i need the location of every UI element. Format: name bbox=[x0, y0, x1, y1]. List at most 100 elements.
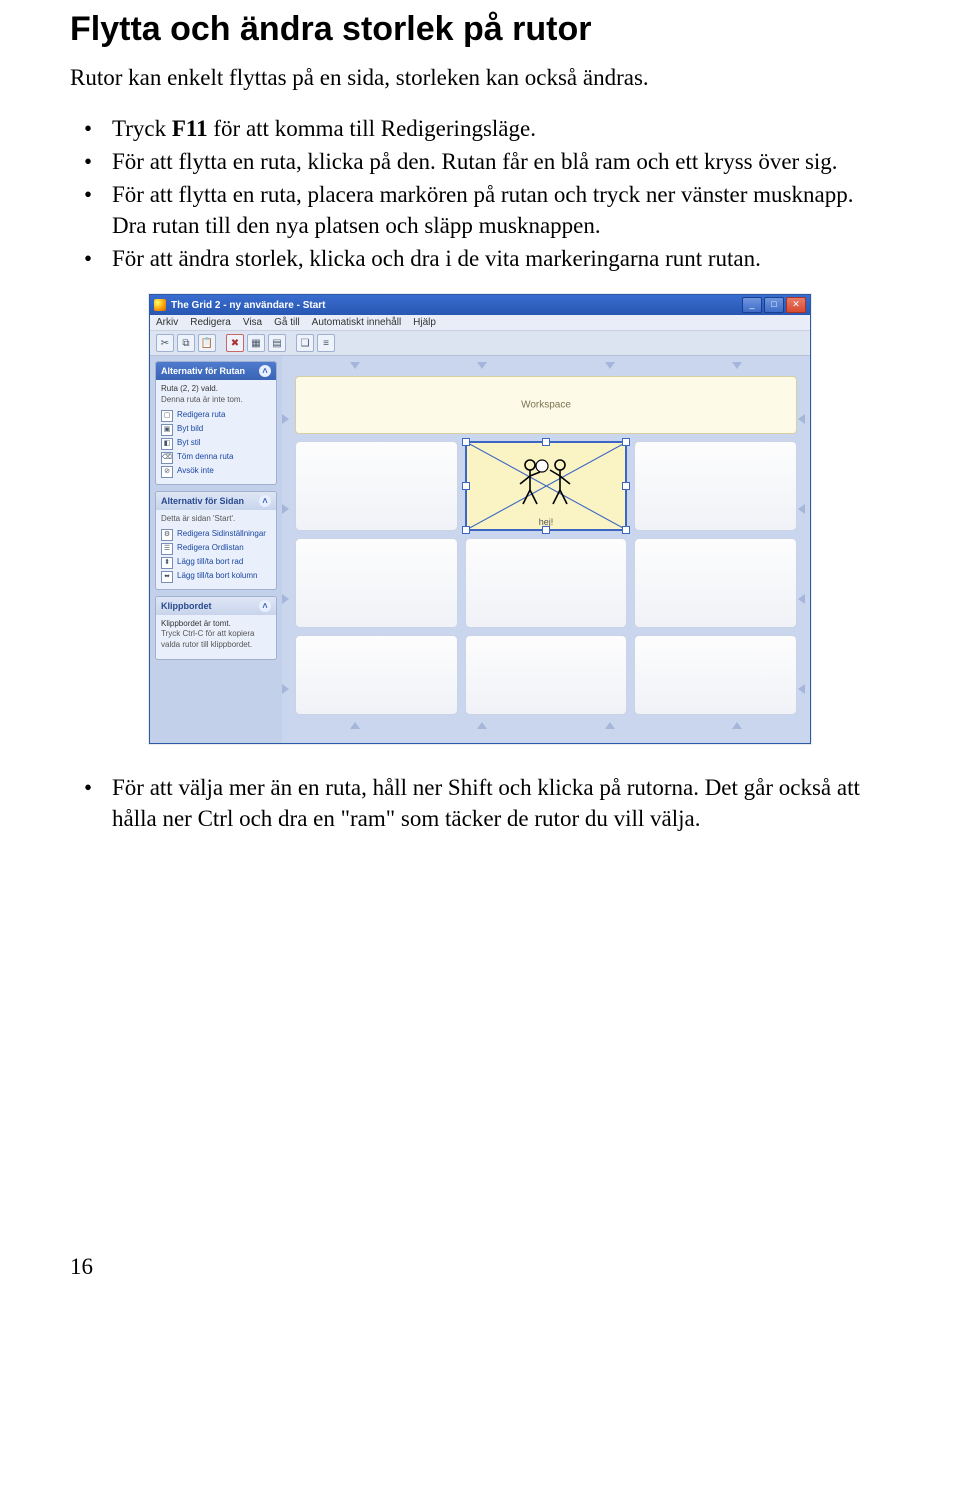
sidebar-link[interactable]: ◧Byt stil bbox=[161, 438, 271, 450]
row-icon: ⬍ bbox=[161, 557, 173, 569]
panel-page-options: Alternativ för Sidan ˄ Detta är sidan 'S… bbox=[155, 491, 277, 590]
menu-item[interactable]: Automatiskt innehåll bbox=[312, 317, 402, 328]
resize-handle[interactable] bbox=[542, 526, 550, 534]
panel-text: Klippbordet är tomt. bbox=[161, 619, 271, 630]
chevron-up-icon[interactable]: ˄ bbox=[259, 365, 271, 377]
chevron-down-icon bbox=[732, 362, 742, 369]
resize-handle[interactable] bbox=[622, 526, 630, 534]
bullet-list-top: Tryck F11 för att komma till Redigerings… bbox=[70, 113, 890, 274]
toolbar-grid-icon[interactable]: ▦ bbox=[247, 334, 265, 352]
resize-handle[interactable] bbox=[622, 438, 630, 446]
menu-item[interactable]: Redigera bbox=[190, 317, 231, 328]
sidebar-link[interactable]: ⬌Lägg till/ta bort kolumn bbox=[161, 571, 271, 583]
text: för att komma till Redigeringsläge. bbox=[208, 116, 536, 141]
panel-title: Klippbordet bbox=[161, 601, 212, 611]
sidebar-link[interactable]: ▢Redigera ruta bbox=[161, 410, 271, 422]
grid-cell-selected[interactable]: hej! bbox=[465, 441, 628, 531]
resize-handle[interactable] bbox=[462, 482, 470, 490]
minimize-button[interactable]: _ bbox=[742, 297, 762, 313]
wordlist-icon: ☰ bbox=[161, 543, 173, 555]
grid-cell[interactable] bbox=[465, 635, 628, 715]
toolbar-delete-icon[interactable]: ✖ bbox=[226, 334, 244, 352]
chevron-right-icon bbox=[282, 414, 289, 424]
screenshot-app-window: The Grid 2 - ny användare - Start _ □ ✕ … bbox=[149, 294, 811, 744]
scroll-arrows-top[interactable] bbox=[291, 362, 801, 374]
panel-text: Ruta (2, 2) vald. bbox=[161, 384, 271, 395]
chevron-left-icon bbox=[798, 414, 805, 424]
resize-handle[interactable] bbox=[622, 482, 630, 490]
resize-handle[interactable] bbox=[462, 438, 470, 446]
panel-title: Alternativ för Rutan bbox=[161, 366, 245, 376]
sidebar-link[interactable]: ⊘Avsök inte bbox=[161, 466, 271, 478]
menu-item[interactable]: Gå till bbox=[274, 317, 300, 328]
cell-image-stickfigures bbox=[510, 456, 582, 511]
chevron-up-icon bbox=[477, 722, 487, 729]
chevron-up-icon[interactable]: ˄ bbox=[259, 600, 271, 612]
titlebar: The Grid 2 - ny användare - Start _ □ ✕ bbox=[150, 295, 810, 315]
chevron-left-icon bbox=[798, 504, 805, 514]
menu-item[interactable]: Hjälp bbox=[413, 317, 436, 328]
intro-text: Rutor kan enkelt flyttas på en sida, sto… bbox=[70, 63, 890, 93]
noscan-icon: ⊘ bbox=[161, 466, 173, 478]
resize-handle[interactable] bbox=[542, 438, 550, 446]
toolbar-fill-icon[interactable]: ≡ bbox=[317, 334, 335, 352]
panel-subtext: Tryck Ctrl-C för att kopiera valda rutor… bbox=[161, 629, 271, 651]
grid-cell[interactable] bbox=[295, 538, 458, 628]
sidebar-link[interactable]: ⬍Lägg till/ta bort rad bbox=[161, 557, 271, 569]
chevron-up-icon bbox=[605, 722, 615, 729]
chevron-down-icon bbox=[605, 362, 615, 369]
maximize-button[interactable]: □ bbox=[764, 297, 784, 313]
bullet-item: Tryck F11 för att komma till Redigerings… bbox=[70, 113, 890, 144]
toolbar-copy-icon[interactable]: ⧉ bbox=[177, 334, 195, 352]
bold-key: F11 bbox=[172, 116, 208, 141]
grid-cell[interactable] bbox=[634, 441, 797, 531]
toolbar-separator bbox=[289, 334, 293, 350]
close-button[interactable]: ✕ bbox=[786, 297, 806, 313]
chevron-down-icon bbox=[350, 362, 360, 369]
chevron-left-icon bbox=[798, 684, 805, 694]
workspace-header-cell[interactable]: Workspace bbox=[295, 376, 797, 434]
settings-icon: ⚙ bbox=[161, 529, 173, 541]
chevron-up-icon bbox=[732, 722, 742, 729]
menu-item[interactable]: Visa bbox=[243, 317, 262, 328]
toolbar-cut-icon[interactable]: ✂ bbox=[156, 334, 174, 352]
panel-subtext: Denna ruta är inte tom. bbox=[161, 395, 271, 406]
toolbar-separator bbox=[219, 334, 223, 350]
scroll-arrows-right[interactable] bbox=[798, 374, 810, 734]
sidebar-link[interactable]: ⚙Redigera Sidinställningar bbox=[161, 529, 271, 541]
toolbar-grid2-icon[interactable]: ▤ bbox=[268, 334, 286, 352]
text: Tryck bbox=[112, 116, 172, 141]
chevron-down-icon bbox=[477, 362, 487, 369]
menu-item[interactable]: Arkiv bbox=[156, 317, 178, 328]
bullet-item: För att välja mer än en ruta, håll ner S… bbox=[70, 772, 890, 834]
grid-cell[interactable] bbox=[465, 538, 628, 628]
panel-cell-options: Alternativ för Rutan ˄ Ruta (2, 2) vald.… bbox=[155, 361, 277, 485]
page-title: Flytta och ändra storlek på rutor bbox=[70, 10, 890, 49]
toolbar-paste-icon[interactable]: 📋 bbox=[198, 334, 216, 352]
bullet-item: För att flytta en ruta, placera markören… bbox=[70, 179, 890, 241]
sidebar-link[interactable]: ⌫Töm denna ruta bbox=[161, 452, 271, 464]
sidebar-link[interactable]: ▣Byt bild bbox=[161, 424, 271, 436]
sidebar: Alternativ för Rutan ˄ Ruta (2, 2) vald.… bbox=[150, 356, 282, 743]
grid-cell[interactable] bbox=[295, 441, 458, 531]
app-icon bbox=[154, 299, 166, 311]
bullet-item: För att ändra storlek, klicka och dra i … bbox=[70, 243, 890, 274]
page-number: 16 bbox=[70, 1254, 890, 1280]
toolbar: ✂ ⧉ 📋 ✖ ▦ ▤ ❏ ≡ bbox=[150, 331, 810, 356]
chevron-left-icon bbox=[798, 594, 805, 604]
chevron-up-icon bbox=[350, 722, 360, 729]
grid-cell[interactable] bbox=[634, 635, 797, 715]
clear-icon: ⌫ bbox=[161, 452, 173, 464]
chevron-up-icon[interactable]: ˄ bbox=[259, 495, 271, 507]
panel-text: Detta är sidan 'Start'. bbox=[161, 514, 271, 525]
resize-handle[interactable] bbox=[462, 526, 470, 534]
bullet-item: För att flytta en ruta, klicka på den. R… bbox=[70, 146, 890, 177]
scroll-arrows-bottom[interactable] bbox=[291, 722, 801, 734]
chevron-right-icon bbox=[282, 504, 289, 514]
sidebar-link[interactable]: ☰Redigera Ordlistan bbox=[161, 543, 271, 555]
grid-cell[interactable] bbox=[634, 538, 797, 628]
grid-cell[interactable] bbox=[295, 635, 458, 715]
bullet-list-bottom: För att välja mer än en ruta, håll ner S… bbox=[70, 772, 890, 834]
toolbar-border-icon[interactable]: ❏ bbox=[296, 334, 314, 352]
scroll-arrows-left[interactable] bbox=[282, 374, 294, 734]
